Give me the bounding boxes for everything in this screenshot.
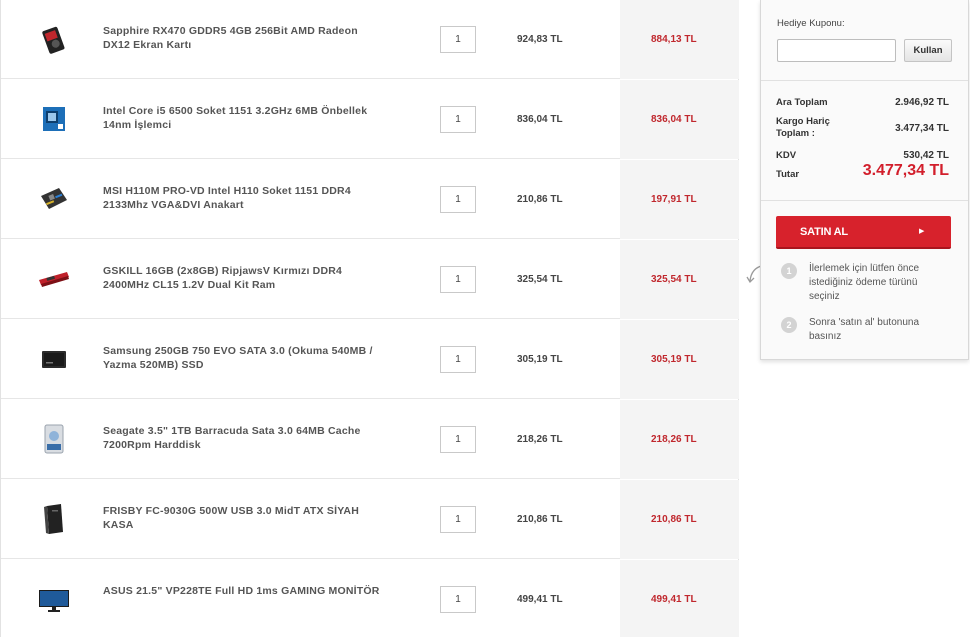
table-row: GSKILL 16GB (2x8GB) RipjawsV Kırmızı DDR…: [1, 240, 739, 319]
step-number: 1: [781, 263, 797, 279]
discount-price: 499,41 TL: [651, 594, 697, 605]
discount-price: 836,04 TL: [651, 114, 697, 125]
product-name[interactable]: Seagate 3.5" 1TB Barracuda Sata 3.0 64MB…: [103, 424, 383, 452]
step-text: Sonra 'satın al' butonuna basınız: [809, 317, 920, 342]
product-name[interactable]: FRISBY FC-9030G 500W USB 3.0 MidT ATX Sİ…: [103, 504, 383, 532]
excl-shipping-label-line2: Toplam :: [776, 128, 815, 139]
ssd-icon[interactable]: [37, 342, 71, 376]
total-label: Tutar: [776, 169, 800, 180]
quantity-input[interactable]: [440, 186, 476, 213]
quantity-input[interactable]: [440, 26, 476, 53]
table-row: MSI H110M PRO-VD Intel H110 Soket 1151 D…: [1, 160, 739, 239]
table-row: Samsung 250GB 750 EVO SATA 3.0 (Okuma 54…: [1, 320, 739, 399]
coupon-input[interactable]: [777, 39, 896, 62]
discount-price: 325,54 TL: [651, 274, 697, 285]
divider: [761, 80, 968, 81]
excl-shipping-value: 3.477,34 TL: [895, 123, 949, 134]
step-text: İlerlemek için lütfen önce istediğiniz ö…: [809, 263, 920, 302]
ram-icon[interactable]: [37, 262, 71, 296]
vat-value: 530,42 TL: [903, 150, 949, 161]
unit-price: 924,83 TL: [517, 34, 563, 45]
product-name[interactable]: ASUS 21.5" VP228TE Full HD 1ms GAMING MO…: [103, 584, 383, 598]
vat-label: KDV: [776, 150, 797, 161]
unit-price: 218,26 TL: [517, 434, 563, 445]
table-row: ASUS 21.5" VP228TE Full HD 1ms GAMING MO…: [1, 560, 739, 637]
monitor-icon[interactable]: [37, 582, 71, 616]
motherboard-icon[interactable]: [37, 182, 71, 216]
total-value: 3.477,34 TL: [862, 162, 949, 179]
discount-price: 884,13 TL: [651, 34, 697, 45]
table-row: Sapphire RX470 GDDR5 4GB 256Bit AMD Rade…: [1, 0, 739, 79]
unit-price: 499,41 TL: [517, 594, 563, 605]
quantity-input[interactable]: [440, 426, 476, 453]
discount-price: 197,91 TL: [651, 194, 697, 205]
coupon-label: Hediye Kuponu:: [777, 18, 845, 29]
unit-price: 305,19 TL: [517, 354, 563, 365]
unit-price: 325,54 TL: [517, 274, 563, 285]
unit-price: 210,86 TL: [517, 194, 563, 205]
pc-case-icon[interactable]: [37, 502, 71, 536]
apply-coupon-button[interactable]: Kullan: [904, 39, 952, 62]
divider: [761, 200, 968, 201]
quantity-input[interactable]: [440, 506, 476, 533]
buy-button-label: SATIN AL: [800, 226, 848, 238]
graphics-card-icon[interactable]: [37, 22, 71, 56]
hard-disk-icon[interactable]: [37, 422, 71, 456]
unit-price: 836,04 TL: [517, 114, 563, 125]
quantity-input[interactable]: [440, 266, 476, 293]
excl-shipping-label-line1: Kargo Hariç: [776, 116, 830, 127]
discount-price: 218,26 TL: [651, 434, 697, 445]
table-row: Seagate 3.5" 1TB Barracuda Sata 3.0 64MB…: [1, 400, 739, 479]
product-name[interactable]: MSI H110M PRO-VD Intel H110 Soket 1151 D…: [103, 184, 383, 212]
table-row: Intel Core i5 6500 Soket 1151 3.2GHz 6MB…: [1, 80, 739, 159]
quantity-input[interactable]: [440, 586, 476, 613]
cpu-box-icon[interactable]: [37, 102, 71, 136]
product-name[interactable]: Sapphire RX470 GDDR5 4GB 256Bit AMD Rade…: [103, 24, 383, 52]
product-name[interactable]: GSKILL 16GB (2x8GB) RipjawsV Kırmızı DDR…: [103, 264, 383, 292]
arrow-right-icon: ▶: [919, 228, 925, 235]
table-row: FRISBY FC-9030G 500W USB 3.0 MidT ATX Sİ…: [1, 480, 739, 559]
buy-button[interactable]: SATIN AL ▶: [776, 216, 951, 249]
order-summary-panel: Hediye Kuponu: Kullan Ara Toplam 2.946,9…: [760, 0, 969, 360]
cart-table: Sapphire RX470 GDDR5 4GB 256Bit AMD Rade…: [0, 0, 739, 637]
quantity-input[interactable]: [440, 346, 476, 373]
subtotal-value: 2.946,92 TL: [895, 97, 949, 108]
product-name[interactable]: Samsung 250GB 750 EVO SATA 3.0 (Okuma 54…: [103, 344, 383, 372]
product-name[interactable]: Intel Core i5 6500 Soket 1151 3.2GHz 6MB…: [103, 104, 383, 132]
step-number: 2: [781, 317, 797, 333]
excl-shipping-label: Kargo Hariç Toplam :: [776, 116, 830, 140]
discount-price: 210,86 TL: [651, 514, 697, 525]
discount-price: 305,19 TL: [651, 354, 697, 365]
quantity-input[interactable]: [440, 106, 476, 133]
unit-price: 210,86 TL: [517, 514, 563, 525]
subtotal-label: Ara Toplam: [776, 97, 828, 108]
